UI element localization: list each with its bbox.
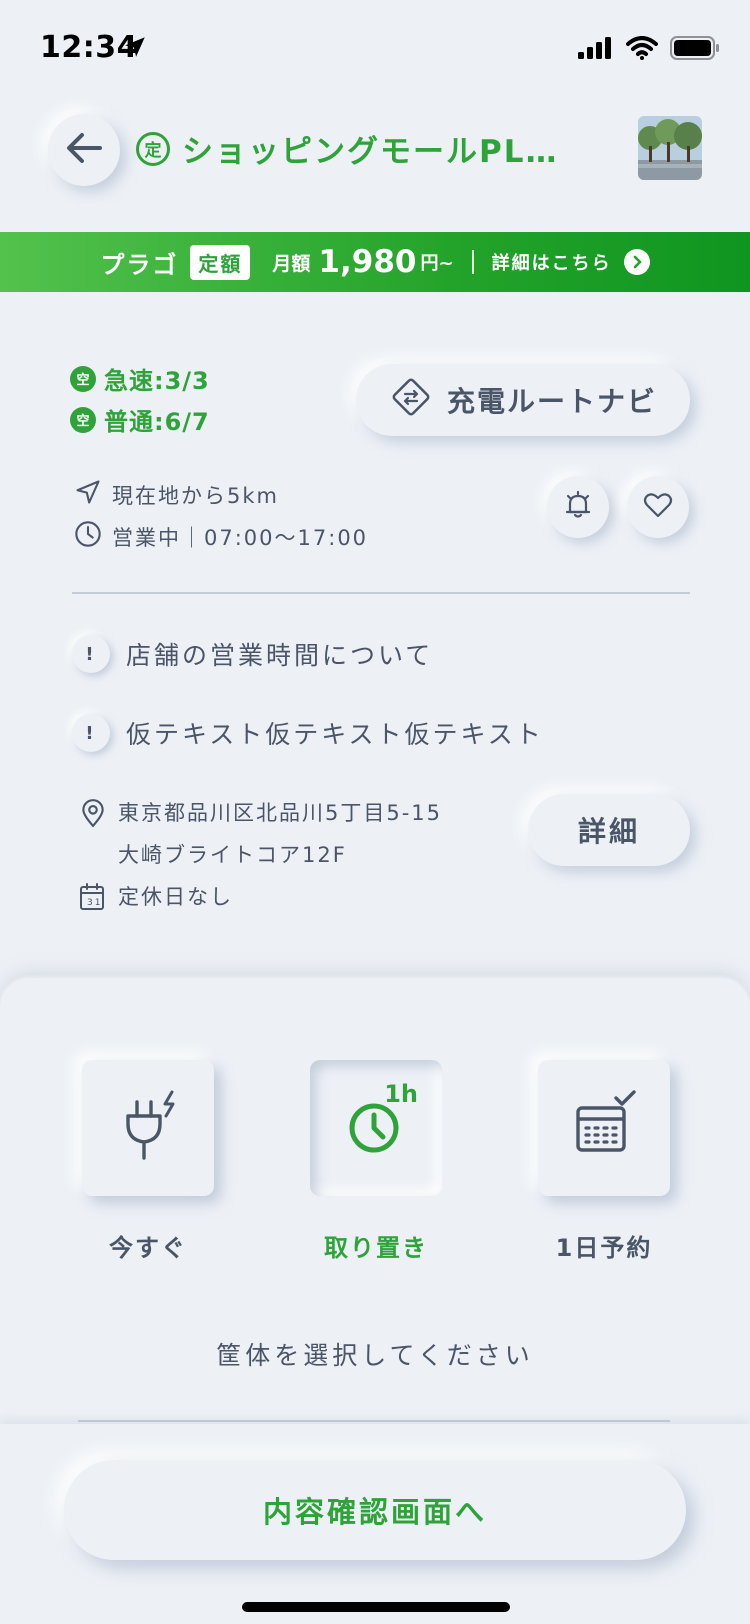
select-hint: 筐体を選択してください: [216, 1341, 534, 1370]
wifi-icon: [626, 36, 658, 64]
banner-divider: [471, 250, 474, 274]
holiday-text: 定休日なし: [118, 885, 233, 909]
location-arrow-icon: [122, 34, 148, 64]
map-pin-icon: [80, 792, 106, 834]
clock-icon: [74, 520, 102, 553]
normal-charger-count: 普通:6/7: [104, 408, 210, 436]
banner-detail-link[interactable]: 詳細はこちら: [492, 249, 612, 275]
calendar-icon: 31: [78, 876, 108, 918]
plan-name: プラゴ: [100, 250, 179, 279]
address-block: 31 東京都品川区北品川5丁目5-15 大崎ブライトコア12F 定休日なし: [78, 792, 442, 918]
exclamation-icon: !: [72, 714, 110, 752]
plan-type-badge: 定額: [190, 244, 251, 280]
hours-row: 営業中｜07:00～17:00: [74, 520, 368, 553]
notice-item[interactable]: ! 店舗の営業時間について: [72, 635, 433, 673]
plan-price: 1,980: [318, 244, 417, 280]
notification-button[interactable]: [547, 476, 609, 538]
sheet-divider: [78, 1420, 670, 1422]
route-nav-icon: [389, 375, 433, 426]
section-divider: [72, 592, 690, 594]
option-now-card[interactable]: [82, 1060, 214, 1196]
route-nav-label: 充電ルートナビ: [446, 385, 657, 418]
bell-alarm-icon: [561, 488, 595, 526]
status-icons: [578, 36, 720, 64]
normal-charger-availability: 空 普通:6/7: [70, 402, 210, 437]
address-line-2: 大崎ブライトコア12F: [118, 843, 347, 867]
title-wrap: 定 ショッピングモールPL…: [136, 126, 558, 171]
calendar-day-number: 31: [87, 898, 102, 908]
business-hours-text: 営業中｜07:00～17:00: [112, 525, 369, 550]
notice-text: 仮テキスト仮テキスト仮テキスト: [126, 720, 544, 749]
fast-charger-count: 急速:3/3: [104, 367, 210, 395]
confirm-button[interactable]: 内容確認画面へ: [64, 1460, 686, 1560]
option-day-reservation[interactable]: 1日予約: [538, 1060, 670, 1263]
route-nav-button[interactable]: 充電ルートナビ: [356, 364, 690, 436]
option-hold-card[interactable]: 1h: [310, 1060, 442, 1196]
arrow-left-icon: [62, 126, 106, 174]
option-hold[interactable]: 1h 取り置き: [310, 1060, 442, 1263]
detail-button[interactable]: 詳細: [528, 794, 690, 866]
battery-icon: [670, 36, 720, 64]
exclamation-icon: !: [72, 635, 110, 673]
heart-icon: [642, 489, 674, 525]
fixed-rate-badge: 定: [136, 131, 170, 166]
distance-row: 現在地から5km: [74, 478, 279, 511]
distance-text: 現在地から5km: [112, 483, 279, 508]
address-line-1: 東京都品川区北品川5丁目5-15: [118, 801, 443, 825]
monthly-label: 月額: [272, 252, 311, 275]
available-badge: 空: [70, 406, 96, 433]
option-hold-label: 取り置き: [324, 1234, 428, 1262]
available-badge: 空: [70, 365, 96, 392]
page-title: ショッピングモールPL…: [182, 134, 559, 170]
option-now-label: 今すぐ: [109, 1234, 187, 1262]
favorite-button[interactable]: [627, 476, 689, 538]
option-day-reservation-card[interactable]: [538, 1060, 670, 1196]
hold-duration-badge: 1h: [384, 1080, 418, 1108]
plan-banner[interactable]: プラゴ 定額 月額 1,980 円~ 詳細はこちら: [0, 232, 750, 292]
option-day-reservation-label: 1日予約: [555, 1234, 653, 1262]
option-now[interactable]: 今すぐ: [82, 1060, 214, 1263]
calendar-check-icon: [566, 1088, 642, 1168]
home-indicator: [242, 1602, 510, 1612]
price-suffix: 円~: [420, 253, 454, 274]
status-bar: 12:34: [0, 0, 750, 96]
back-button[interactable]: [48, 114, 120, 186]
plug-icon: [110, 1086, 186, 1170]
notice-item[interactable]: ! 仮テキスト仮テキスト仮テキスト: [72, 714, 544, 752]
navigation-arrow-icon: [74, 478, 102, 511]
cellular-signal-icon: [578, 37, 614, 63]
chevron-right-icon: [623, 249, 650, 275]
notice-text: 店舗の営業時間について: [126, 641, 434, 670]
header: 定 ショッピングモールPL…: [0, 110, 750, 190]
station-thumbnail[interactable]: [638, 116, 702, 180]
fast-charger-availability: 空 急速:3/3: [70, 361, 210, 396]
